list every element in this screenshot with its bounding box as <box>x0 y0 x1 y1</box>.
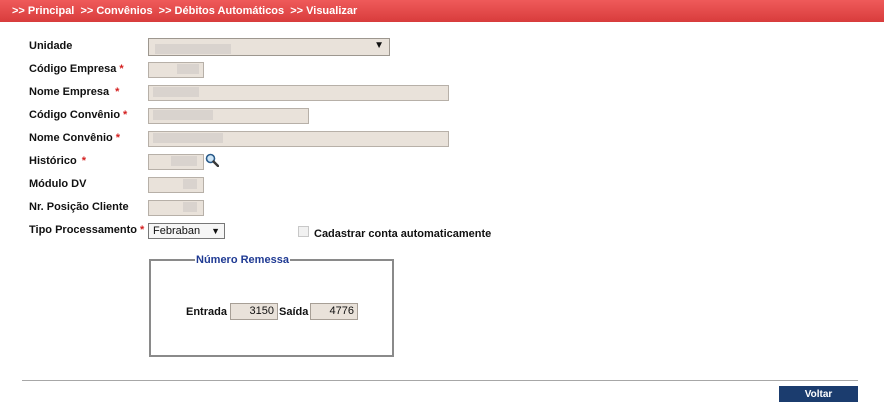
breadcrumb-debitos[interactable]: >> Débitos Automáticos <box>159 5 285 17</box>
nome-convenio-field[interactable] <box>148 131 449 147</box>
nome-convenio-label: Nome Convênio * <box>29 132 121 144</box>
nome-empresa-field[interactable] <box>148 85 449 101</box>
breadcrumb-principal[interactable]: >> Principal <box>12 5 74 17</box>
triangle-down-icon: ▼ <box>211 226 220 236</box>
unidade-value-redacted <box>155 44 231 55</box>
breadcrumb: >> Principal >> Convênios >> Débitos Aut… <box>0 0 884 22</box>
saida-field[interactable]: 4776 <box>310 303 358 320</box>
codigo-convenio-field[interactable] <box>148 108 309 124</box>
breadcrumb-visualizar: >> Visualizar <box>290 5 358 17</box>
entrada-field[interactable]: 3150 <box>230 303 278 320</box>
posicao-cliente-label: Nr. Posição Cliente <box>29 201 129 213</box>
triangle-down-icon: ▼ <box>374 40 384 51</box>
modulo-dv-field[interactable] <box>148 177 204 193</box>
historico-field[interactable] <box>148 154 204 170</box>
voltar-button[interactable]: Voltar <box>779 386 858 402</box>
divider <box>22 380 858 381</box>
entrada-label: Entrada <box>186 306 227 318</box>
breadcrumb-convenios[interactable]: >> Convênios <box>80 5 152 17</box>
magnifier-icon[interactable] <box>205 153 219 167</box>
cadastrar-label: Cadastrar conta automaticamente <box>314 228 492 240</box>
unidade-label: Unidade <box>29 40 73 52</box>
posicao-cliente-field[interactable] <box>148 200 204 216</box>
cadastrar-checkbox[interactable] <box>298 226 309 237</box>
tipo-processamento-label: Tipo Processamento * <box>29 224 145 236</box>
numero-remessa-legend: Número Remessa <box>196 254 289 266</box>
tipo-processamento-value: Febraban <box>153 225 201 237</box>
codigo-convenio-label: Código Convênio * <box>29 109 128 121</box>
codigo-empresa-label: Código Empresa * <box>29 63 124 75</box>
tipo-processamento-select[interactable]: Febraban ▼ <box>148 223 225 239</box>
nome-empresa-label: Nome Empresa * <box>29 86 120 98</box>
historico-label: Histórico * <box>29 155 86 167</box>
unidade-select[interactable]: ▼ <box>148 38 390 56</box>
saida-label: Saída <box>279 306 309 318</box>
modulo-dv-label: Módulo DV <box>29 178 87 190</box>
codigo-empresa-field[interactable] <box>148 62 204 78</box>
